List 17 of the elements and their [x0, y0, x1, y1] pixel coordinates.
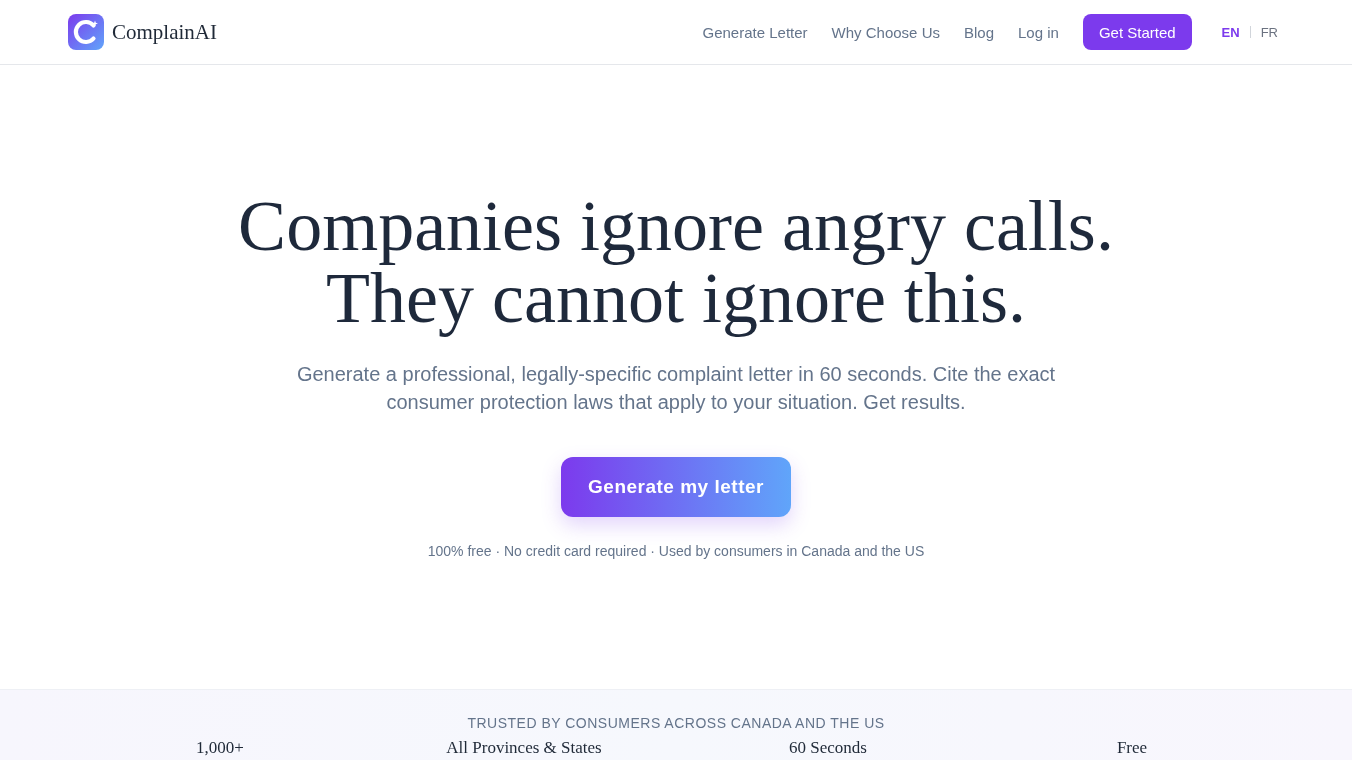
nav-link[interactable]: Generate Letter	[702, 23, 808, 41]
stat-value: Free	[1116, 738, 1148, 758]
hero-subtitle: Generate a professional, legally-specific complaint letter in 60 seconds. Cite the exact consumer protection laws that apply to your situation. Get results.	[295, 362, 1057, 415]
hero-note: 100% free · No credit card required · Used by consumers in Canada and the US	[427, 542, 925, 561]
get-started-button[interactable]: Get Started	[1082, 14, 1192, 50]
logo-icon[interactable]	[68, 14, 104, 50]
language-option[interactable]: EN	[1221, 24, 1240, 40]
language-option[interactable]: FR	[1260, 24, 1278, 40]
stat-value: 1,000+	[196, 738, 244, 758]
nav-link[interactable]: Blog	[963, 23, 994, 41]
nav-link[interactable]: Log in	[1018, 23, 1059, 41]
brand-name[interactable]: ComplainAI	[112, 19, 217, 45]
trust-heading: TRUSTED BY CONSUMERS ACROSS CANADA AND THE US	[467, 714, 885, 732]
generate-letter-button[interactable]: Generate my letter	[561, 457, 791, 517]
stat-value: All Provinces & States	[446, 738, 602, 758]
nav-link[interactable]: Why Choose Us	[831, 23, 940, 41]
stat-value: 60 Seconds	[789, 738, 867, 758]
